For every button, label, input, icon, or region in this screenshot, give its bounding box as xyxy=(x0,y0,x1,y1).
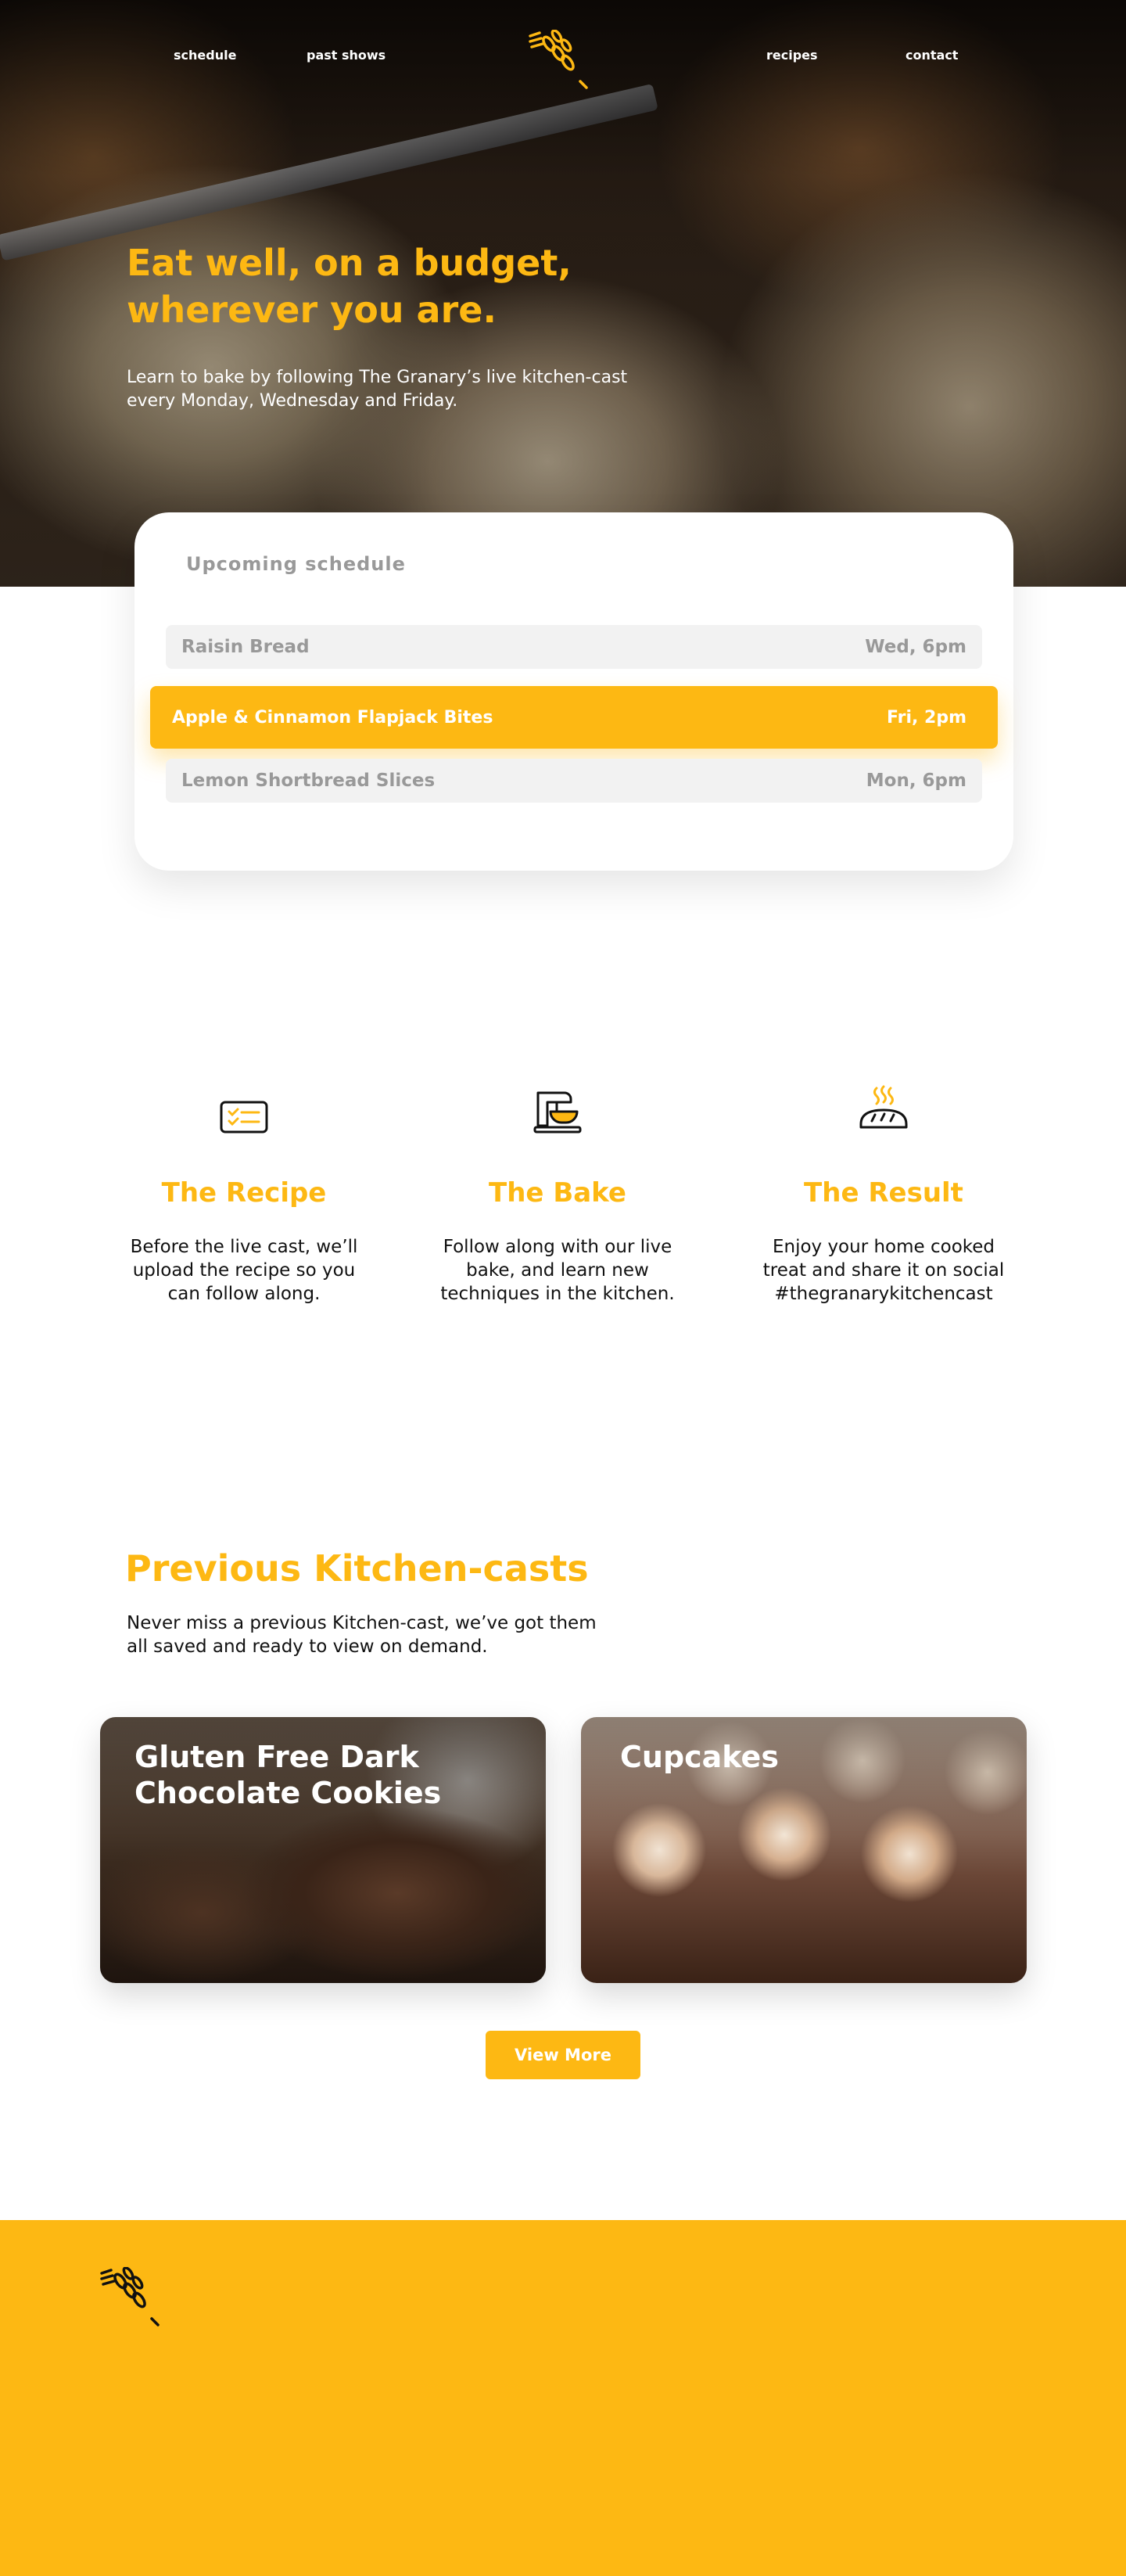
schedule-item-name: Lemon Shortbread Slices xyxy=(181,771,436,791)
nav-link-past-shows[interactable]: past shows xyxy=(307,48,385,63)
step-title: The Result xyxy=(804,1177,963,1209)
schedule-item-name: Apple & Cinnamon Flapjack Bites xyxy=(172,707,493,728)
step-bake: The Bake Follow along with our live bake… xyxy=(432,1091,683,1306)
step-text: Enjoy your home cooked treat and share i… xyxy=(762,1237,1005,1304)
wheat-logo-icon[interactable] xyxy=(529,30,590,94)
view-more-button[interactable]: View More xyxy=(486,2031,640,2079)
schedule-heading: Upcoming schedule xyxy=(186,553,406,575)
cast-card-cookies[interactable]: Gluten Free Dark Chocolate Cookies xyxy=(100,1717,546,1983)
schedule-row-active[interactable]: Apple & Cinnamon Flapjack Bites Fri, 2pm xyxy=(150,686,998,749)
nav-link-recipes[interactable]: recipes xyxy=(766,48,818,63)
stand-mixer-icon xyxy=(533,1091,582,1134)
cast-title: Cupcakes xyxy=(620,1740,779,1774)
footer xyxy=(0,2220,1126,2576)
previous-casts-title: Previous Kitchen-casts xyxy=(125,1547,589,1590)
cast-title: Gluten Free Dark Chocolate Cookies xyxy=(134,1740,442,1810)
schedule-item-time: Mon, 6pm xyxy=(866,771,966,791)
nav-link-schedule[interactable]: schedule xyxy=(174,48,236,63)
schedule-row[interactable]: Raisin Bread Wed, 6pm xyxy=(166,625,982,669)
nav-link-contact[interactable]: contact xyxy=(905,48,958,63)
hero-subtitle: Learn to bake by following The Granary’s… xyxy=(127,368,628,411)
step-recipe: The Recipe Before the live cast, we’ll u… xyxy=(119,1091,369,1306)
previous-casts-subtitle: Never miss a previous Kitchen-cast, we’v… xyxy=(127,1613,597,1657)
step-text: Before the live cast, we’ll upload the r… xyxy=(130,1237,358,1304)
schedule-item-time: Fri, 2pm xyxy=(886,707,966,728)
recipe-card-icon xyxy=(220,1101,268,1134)
hero-title: Eat well, on a budget, wherever you are. xyxy=(127,242,572,331)
step-result: The Result Enjoy your home cooked treat … xyxy=(758,1085,1009,1306)
step-title: The Recipe xyxy=(161,1177,327,1209)
bread-loaf-icon xyxy=(859,1085,908,1129)
wheat-logo-icon[interactable] xyxy=(100,2267,161,2331)
hero-section: schedule past shows recipes contact Eat … xyxy=(0,0,1126,587)
step-text: Follow along with our live bake, and lea… xyxy=(440,1237,675,1304)
schedule-card: Upcoming schedule Raisin Bread Wed, 6pm … xyxy=(134,512,1013,871)
schedule-item-name: Raisin Bread xyxy=(181,637,310,657)
schedule-row[interactable]: Lemon Shortbread Slices Mon, 6pm xyxy=(166,759,982,803)
cast-card-cupcakes[interactable]: Cupcakes xyxy=(581,1717,1027,1983)
schedule-item-time: Wed, 6pm xyxy=(865,637,966,657)
step-title: The Bake xyxy=(489,1177,626,1209)
